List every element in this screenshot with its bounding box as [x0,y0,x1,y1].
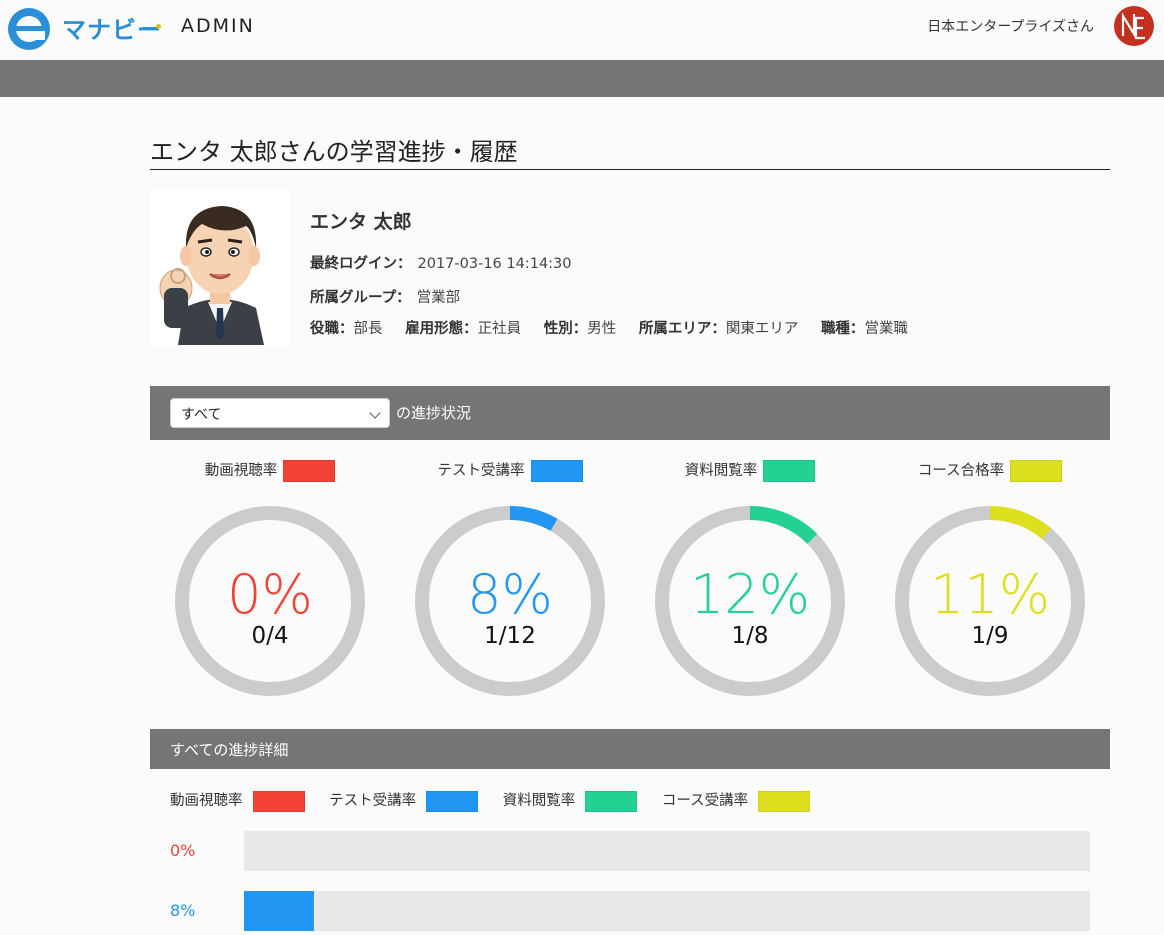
employment-label: 雇用形態： [405,321,478,337]
progress-gauge: テスト受講率 8% 1/12 [390,455,630,705]
gauge-percent: 11% [929,563,1051,626]
legend-swatch [758,790,811,812]
progress-details-label: すべての進捗詳細 [170,741,289,759]
progress-details-bar: すべての進捗詳細 [150,729,1110,769]
gauge-percent: 0% [227,563,313,626]
last-login-label: 最終ログイン： [310,256,412,272]
legend-label: 動画視聴率 [170,793,243,809]
gauge-header: 動画視聴率 [150,459,390,482]
admin-label: ADMIN [181,15,255,37]
title-divider [150,169,1110,170]
category-select-value: すべて [181,407,222,423]
gauge-percent: 12% [689,563,811,626]
gender-value: 男性 [587,321,617,337]
area-value: 関東エリア [725,321,799,337]
gauge-header: テスト受講率 [390,459,630,482]
company-name[interactable]: 日本エンタープライズさん [927,16,1094,36]
progress-status-label: の進捗状況 [396,404,472,422]
gauge-label: 資料閲覧率 [684,463,758,479]
top-nav-bar [0,60,1164,97]
progress-gauge: コース合格率 11% 1/9 [870,455,1110,705]
legend-label: コース受講率 [661,793,749,809]
progress-bar-track [244,831,1090,871]
manabee-logo-icon[interactable] [6,6,52,52]
category-select[interactable]: すべて [170,398,390,428]
legend-swatch [252,790,305,812]
position-value: 部長 [353,321,383,337]
gauge-label: テスト受講率 [437,463,525,479]
legend-item: 動画視聴率 [170,789,305,812]
gauge-fraction: 1/8 [731,623,769,649]
group-value: 営業部 [416,290,461,306]
progress-bar-track [244,891,1090,931]
progress-bar-fill [244,891,315,931]
progress-gauge: 資料閲覧率 12% 1/8 [630,455,870,705]
chevron-down-icon [369,407,381,419]
job-value: 営業職 [864,321,908,337]
profile-photo [150,190,290,345]
gauge-color-swatch [283,460,336,482]
legend-label: 資料閲覧率 [502,793,576,809]
last-login-row: 最終ログイン： 2017-03-16 14:14:30 [310,252,572,273]
group-label: 所属グループ： [310,290,411,306]
gauge-color-swatch [763,460,816,482]
position-label: 役職： [310,321,354,337]
profile-name: エンタ 太郎 [310,211,412,233]
progress-bar-row: 8% [150,891,1110,931]
area-label: 所属エリア： [638,321,726,337]
legend-swatch [426,790,479,812]
gauge-header: コース合格率 [870,459,1110,482]
gender-label: 性別： [543,321,588,337]
details-legend: 動画視聴率 テスト受講率 資料閲覧率 コース受講率 [170,789,830,812]
last-login-value: 2017-03-16 14:14:30 [417,256,572,272]
legend-item: コース受講率 [661,789,811,812]
app-header: マナビー ADMIN 日本エンタープライズさん [0,0,1164,60]
attributes-row: 役職：部長 雇用形態：正社員 性別：男性 所属エリア：関東エリア 職種：営業職 [310,317,908,338]
gauge-header: 資料閲覧率 [630,459,870,482]
gauge-fraction: 1/12 [484,623,536,649]
gauge-label: コース合格率 [917,463,1005,479]
legend-item: テスト受講率 [329,789,479,812]
legend-label: テスト受講率 [329,793,417,809]
gauge-color-swatch [530,460,583,482]
gauge-fraction: 0/4 [251,623,289,649]
page-title: エンタ 太郎さんの学習進捗・履歴 [150,138,518,166]
legend-item: 資料閲覧率 [503,789,638,812]
gauge-percent: 8% [467,563,553,626]
legend-swatch [585,790,638,812]
bar-percent: 8% [170,901,196,920]
progress-gauge: 動画視聴率 0% 0/4 [150,455,390,705]
gauge-fraction: 1/9 [971,623,1009,649]
company-logo-icon[interactable] [1114,6,1154,46]
bar-percent: 0% [170,841,196,860]
gauge-label: 動画視聴率 [204,463,278,479]
progress-bar-row: 0% [150,831,1110,871]
brand-dot [156,24,161,29]
job-label: 職種： [820,321,865,337]
progress-status-bar: すべて の進捗状況 [150,386,1110,440]
group-row: 所属グループ： 営業部 [310,286,460,307]
gauge-color-swatch [1010,460,1063,482]
employment-value: 正社員 [477,321,522,337]
